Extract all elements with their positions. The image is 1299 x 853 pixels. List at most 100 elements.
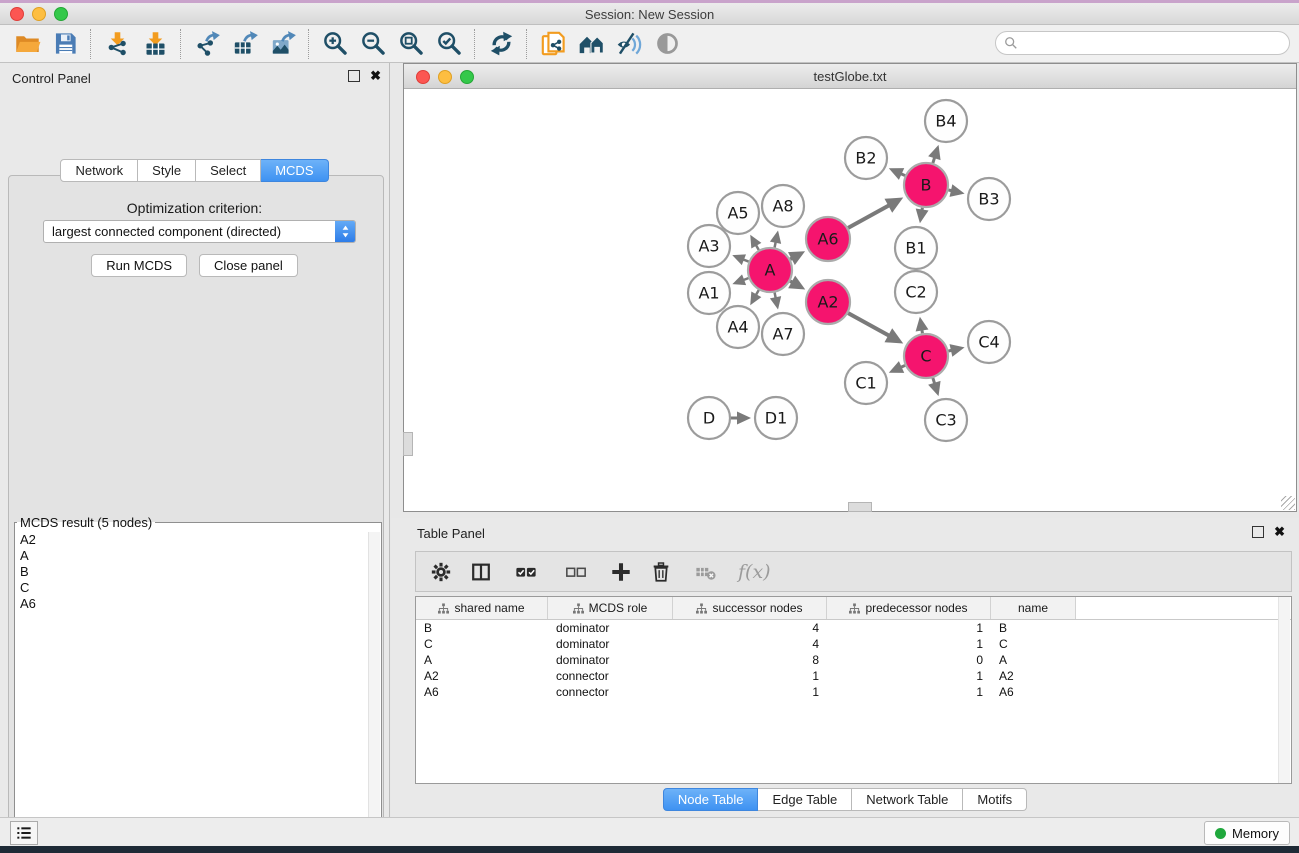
table-scrollbar[interactable] — [1278, 597, 1290, 783]
column-header-predecessor-nodes[interactable]: predecessor nodes — [827, 597, 991, 619]
graph-node-A1[interactable]: A1 — [688, 272, 730, 314]
table-cell[interactable]: A6 — [416, 685, 548, 699]
table-row[interactable]: A6connector11A6 — [416, 684, 1291, 700]
table-cell[interactable]: C — [416, 637, 548, 651]
delete-table-icon[interactable] — [688, 559, 724, 585]
graph-node-A3[interactable]: A3 — [688, 225, 730, 267]
show-columns-icon[interactable] — [508, 559, 544, 585]
tab-motifs[interactable]: Motifs — [963, 788, 1027, 811]
graph-node-C[interactable]: C — [904, 334, 948, 378]
graph-edge-B-B4[interactable] — [928, 145, 940, 163]
zoom-fit-icon[interactable] — [392, 28, 430, 60]
graph-edge-C-C2[interactable] — [916, 317, 929, 334]
zoom-out-icon[interactable] — [354, 28, 392, 60]
tab-network[interactable]: Network — [60, 159, 138, 182]
table-cell[interactable]: 1 — [673, 669, 827, 683]
graph-edge-A-A3[interactable] — [732, 254, 748, 265]
table-cell[interactable]: 1 — [827, 637, 991, 651]
graph-edge-A2-C[interactable] — [848, 313, 903, 343]
graph-node-D1[interactable]: D1 — [755, 397, 797, 439]
graph-edge-A-A5[interactable] — [750, 235, 761, 250]
table-cell[interactable]: 1 — [673, 685, 827, 699]
close-panel-icon[interactable]: ✖ — [370, 71, 381, 81]
table-cell[interactable]: A6 — [991, 685, 1076, 699]
network-window-titlebar[interactable]: testGlobe.txt — [404, 64, 1296, 89]
mcds-result-list[interactable]: A2ABCA6 — [16, 532, 368, 853]
graph-node-A[interactable]: A — [748, 248, 792, 292]
tab-style[interactable]: Style — [138, 159, 196, 182]
graph-edge-C-C1[interactable] — [889, 361, 905, 373]
graph-node-A4[interactable]: A4 — [717, 306, 759, 348]
home-icon[interactable] — [572, 28, 610, 60]
mcds-result-item[interactable]: A2 — [16, 532, 368, 548]
table-cell[interactable]: B — [991, 621, 1076, 635]
graph-node-A8[interactable]: A8 — [762, 185, 804, 227]
graph-edge-A6-B[interactable] — [848, 198, 903, 228]
graph-node-A6[interactable]: A6 — [806, 217, 850, 261]
task-history-button[interactable] — [10, 821, 38, 845]
graph-edge-B-B1[interactable] — [916, 208, 929, 224]
table-cell[interactable]: 8 — [673, 653, 827, 667]
table-cell[interactable]: A2 — [991, 669, 1076, 683]
window-resize-grip[interactable] — [1281, 496, 1295, 510]
graph-edge-A-A8[interactable] — [770, 230, 781, 247]
optimization-criterion-select[interactable]: largest connected component (directed) — [43, 220, 356, 243]
graph-node-B2[interactable]: B2 — [845, 137, 887, 179]
tab-node-table[interactable]: Node Table — [663, 788, 759, 811]
hide-graphics-icon[interactable] — [610, 28, 648, 60]
graph-node-A2[interactable]: A2 — [806, 280, 850, 324]
graph-node-C4[interactable]: C4 — [968, 321, 1010, 363]
table-row[interactable]: A2connector11A2 — [416, 668, 1291, 684]
table-row[interactable]: Adominator80A — [416, 652, 1291, 668]
graph-edge-A-A7[interactable] — [770, 293, 781, 310]
column-header-MCDS-role[interactable]: MCDS role — [548, 597, 673, 619]
panel-grip-bottom[interactable] — [848, 502, 872, 512]
graph-edge-B-B2[interactable] — [889, 168, 905, 180]
graph-node-B4[interactable]: B4 — [925, 100, 967, 142]
table-row[interactable]: Cdominator41C — [416, 636, 1291, 652]
table-cell[interactable]: 4 — [673, 621, 827, 635]
graph-node-A7[interactable]: A7 — [762, 313, 804, 355]
copy-network-icon[interactable] — [534, 28, 572, 60]
table-row[interactable]: Bdominator41B — [416, 620, 1291, 636]
mcds-result-item[interactable]: A — [16, 548, 368, 564]
open-file-icon[interactable] — [8, 28, 46, 60]
run-mcds-button[interactable]: Run MCDS — [91, 254, 187, 277]
table-cell[interactable]: C — [991, 637, 1076, 651]
table-cell[interactable]: dominator — [548, 637, 673, 651]
function-builder-icon[interactable]: f(x) — [738, 561, 771, 583]
graph-edge-A-A4[interactable] — [750, 290, 761, 305]
float-panel-icon[interactable] — [348, 70, 360, 82]
result-scrollbar[interactable] — [368, 532, 380, 853]
zoom-in-icon[interactable] — [316, 28, 354, 60]
graph-node-B3[interactable]: B3 — [968, 178, 1010, 220]
table-cell[interactable]: B — [416, 621, 548, 635]
table-cell[interactable]: A2 — [416, 669, 548, 683]
table-cell[interactable]: A — [416, 653, 548, 667]
graph-node-B1[interactable]: B1 — [895, 227, 937, 269]
graph-edge-A-A1[interactable] — [732, 274, 748, 285]
graph-node-D[interactable]: D — [688, 397, 730, 439]
graph-node-C3[interactable]: C3 — [925, 399, 967, 441]
delete-row-icon[interactable] — [648, 559, 674, 585]
table-cell[interactable]: 1 — [827, 685, 991, 699]
birdseye-icon[interactable] — [648, 28, 686, 60]
table-cell[interactable]: A — [991, 653, 1076, 667]
search-input[interactable] — [1023, 35, 1289, 52]
settings-gear-icon[interactable] — [428, 559, 454, 585]
refresh-icon[interactable] — [482, 28, 520, 60]
table-cell[interactable]: dominator — [548, 621, 673, 635]
export-table-icon[interactable] — [226, 28, 264, 60]
graph-node-C2[interactable]: C2 — [895, 271, 937, 313]
table-cell[interactable]: 1 — [827, 621, 991, 635]
graph-node-A5[interactable]: A5 — [717, 192, 759, 234]
table-float-panel-icon[interactable] — [1252, 526, 1264, 538]
graph-edge-D-D1[interactable] — [731, 412, 751, 425]
split-view-icon[interactable] — [468, 559, 494, 585]
search-field[interactable] — [995, 31, 1290, 55]
panel-grip-left[interactable] — [403, 432, 413, 456]
table-cell[interactable]: 4 — [673, 637, 827, 651]
tab-mcds[interactable]: MCDS — [261, 159, 328, 182]
graph-node-B[interactable]: B — [904, 163, 948, 207]
mcds-result-item[interactable]: C — [16, 580, 368, 596]
